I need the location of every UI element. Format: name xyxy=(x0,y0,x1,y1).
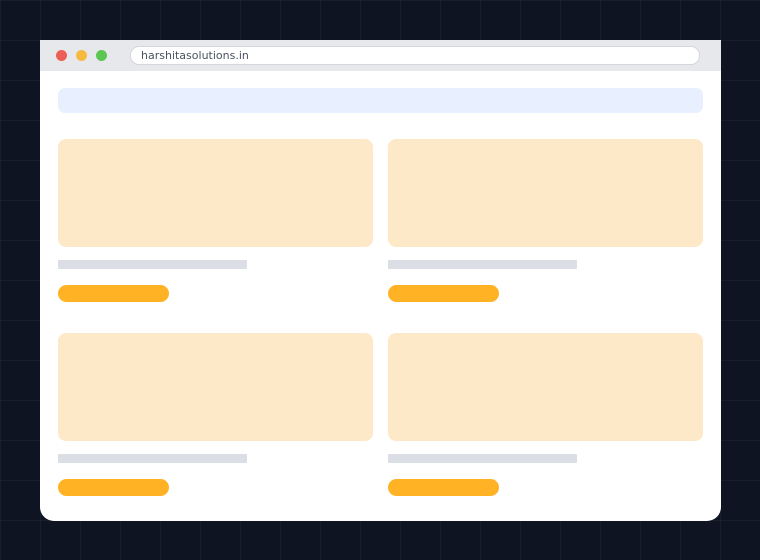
card-image-placeholder xyxy=(388,139,703,247)
card xyxy=(58,139,373,304)
maximize-window-button[interactable] xyxy=(96,50,107,61)
card xyxy=(388,333,703,498)
address-bar[interactable]: harshitasolutions.in xyxy=(130,46,700,65)
close-window-button[interactable] xyxy=(56,50,67,61)
card-image-placeholder xyxy=(58,333,373,441)
card xyxy=(388,139,703,304)
card-action-button[interactable] xyxy=(388,479,499,496)
page-content xyxy=(40,71,721,521)
card-action-button[interactable] xyxy=(58,285,169,302)
card-image-placeholder xyxy=(388,333,703,441)
card-action-button[interactable] xyxy=(388,285,499,302)
card-title-placeholder xyxy=(58,260,247,269)
card-action-button[interactable] xyxy=(58,479,169,496)
card-title-placeholder xyxy=(58,454,247,463)
browser-window: harshitasolutions.in xyxy=(40,40,721,521)
address-url: harshitasolutions.in xyxy=(141,49,249,62)
card xyxy=(58,333,373,498)
search-bar-placeholder[interactable] xyxy=(58,88,703,113)
card-title-placeholder xyxy=(388,454,577,463)
card-image-placeholder xyxy=(58,139,373,247)
browser-titlebar: harshitasolutions.in xyxy=(40,40,721,71)
minimize-window-button[interactable] xyxy=(76,50,87,61)
card-title-placeholder xyxy=(388,260,577,269)
